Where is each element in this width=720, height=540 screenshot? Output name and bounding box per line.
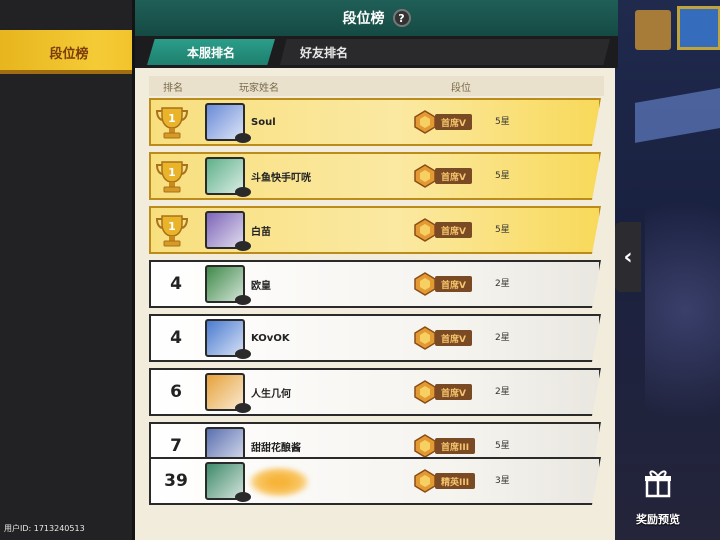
svg-text:1: 1 [168, 166, 176, 179]
rank-number: 6 [170, 382, 182, 402]
tier-emblem-icon [413, 434, 437, 458]
star-count: 5星 [495, 441, 510, 451]
star-count: 2星 [495, 279, 510, 289]
star-count: 5星 [495, 171, 510, 181]
svg-text:1: 1 [168, 112, 176, 125]
panel-header: 段位榜 ? [135, 0, 618, 36]
sidebar-tab-label: 段位榜 [49, 46, 89, 62]
rank-number: 39 [164, 471, 188, 491]
rank-number: 4 [170, 328, 182, 348]
sidebar-tab-rank[interactable]: 段位榜 [0, 30, 138, 74]
tab-bar: 本服排名 好友排名 [135, 36, 618, 68]
leaderboard-row[interactable]: 4 欧皇 首席V 2星 [149, 260, 601, 308]
player-name-redacted [249, 467, 309, 497]
tier-label: 首席III [435, 438, 476, 454]
column-rank: 排名 [163, 83, 183, 94]
leaderboard-row[interactable]: 39 精英III 3星 [149, 457, 601, 505]
leaderboard-row[interactable]: 1 Soul 首席V 5星 [149, 98, 601, 146]
avatar[interactable] [205, 462, 251, 502]
column-tier: 段位 [451, 83, 471, 94]
collapse-button[interactable]: ‹ [615, 222, 641, 292]
avatar[interactable] [205, 265, 251, 305]
leaderboard-row[interactable]: 1 斗鱼快手叮咣 首席V 5星 [149, 152, 601, 200]
star-count: 5星 [495, 225, 510, 235]
leaderboard-row[interactable]: 1 白苗 首席V 5星 [149, 206, 601, 254]
tier-emblem-icon [413, 218, 437, 242]
rank-number: 4 [170, 274, 182, 294]
gift-icon [644, 468, 672, 507]
tier-emblem-icon [413, 164, 437, 188]
player-name: 人生几何 [251, 388, 291, 400]
tier-label: 精英III [435, 473, 476, 489]
svg-text:1: 1 [168, 220, 176, 233]
tier-label: 首席V [435, 384, 472, 400]
tier-emblem-icon [413, 326, 437, 350]
leaderboard-panel: 段位榜 ? 本服排名 好友排名 排名 玩家姓名 段位 1 Soul 首席V 5星 1 斗鱼… [132, 0, 618, 540]
player-name: KOvOK [251, 332, 290, 344]
tier-label: 首席V [435, 330, 472, 346]
leaderboard-row[interactable]: 6 人生几何 首席V 2星 [149, 368, 601, 416]
avatar[interactable] [205, 373, 251, 413]
player-name: Soul [251, 116, 276, 128]
star-count: 2星 [495, 333, 510, 343]
page-title: 段位榜 [342, 11, 385, 27]
tier-label: 首席V [435, 276, 472, 292]
star-count: 3星 [495, 476, 510, 486]
trophy-icon: 1 [155, 104, 189, 142]
left-panel: 段位榜 用户ID: 1713240513 [0, 0, 138, 540]
player-name: 欧皇 [251, 280, 271, 292]
star-count: 5星 [495, 117, 510, 127]
avatar[interactable] [205, 211, 251, 251]
column-headers: 排名 玩家姓名 段位 [149, 76, 604, 96]
tier-label: 首席V [435, 168, 472, 184]
player-name: 白苗 [251, 226, 271, 238]
tier-emblem-icon [413, 380, 437, 404]
avatar[interactable] [205, 319, 251, 359]
avatar[interactable] [205, 157, 251, 197]
tier-label: 首席V [435, 222, 472, 238]
star-count: 2星 [495, 387, 510, 397]
leaderboard-row[interactable]: 4 KOvOK 首席V 2星 [149, 314, 601, 362]
player-name: 斗鱼快手叮咣 [251, 172, 311, 184]
tier-emblem-icon [413, 110, 437, 134]
chevron-left-icon: ‹ [623, 244, 633, 270]
column-player: 玩家姓名 [239, 83, 279, 94]
tier-emblem-icon [413, 469, 437, 493]
tab-server-rank[interactable]: 本服排名 [147, 39, 275, 65]
avatar[interactable] [205, 103, 251, 143]
user-id: 用户ID: 1713240513 [4, 524, 85, 533]
tab-friend-rank[interactable]: 好友排名 [280, 39, 610, 65]
help-icon[interactable]: ? [392, 9, 411, 27]
reward-preview-button[interactable]: 奖励预览 [628, 468, 688, 528]
reward-preview-label: 奖励预览 [636, 513, 680, 526]
tier-emblem-icon [413, 272, 437, 296]
tier-label: 首席V [435, 114, 472, 130]
trophy-icon: 1 [155, 158, 189, 196]
trophy-icon: 1 [155, 212, 189, 250]
